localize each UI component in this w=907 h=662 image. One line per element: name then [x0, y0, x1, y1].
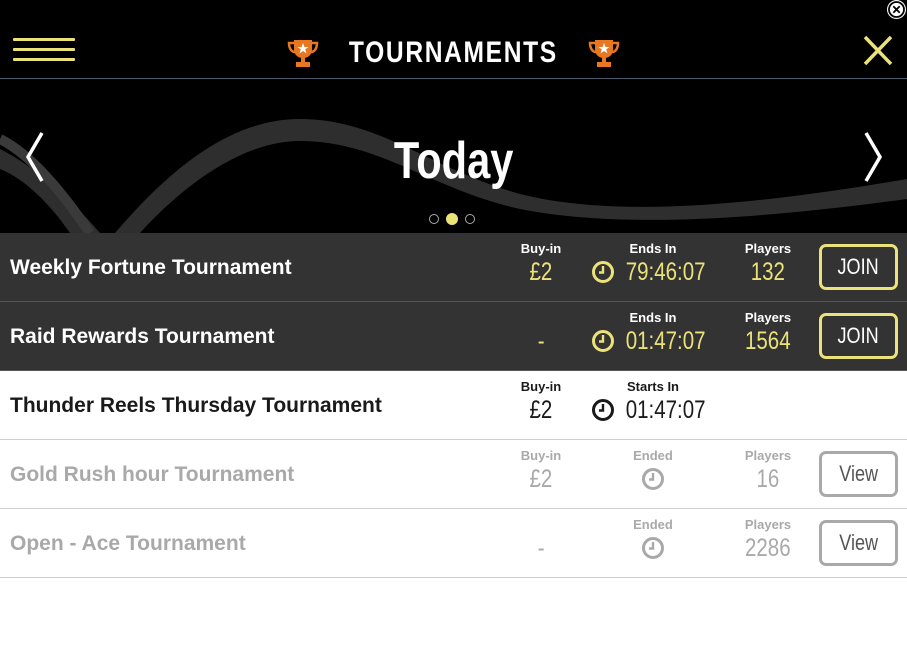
join-button[interactable]: JOIN: [819, 313, 898, 359]
buyin-value: -: [537, 327, 545, 355]
trophy-icon: [588, 40, 620, 67]
tournament-name: Open - Ace Tournament: [10, 531, 246, 555]
players-value: 16: [756, 465, 780, 493]
players-value: 1564: [745, 327, 791, 355]
tournament-row: Thunder Reels Thursday Tournament Buy-in…: [0, 371, 907, 440]
players-value: 2286: [745, 534, 791, 562]
close-x-icon[interactable]: [860, 34, 896, 68]
time-column: Ended: [590, 448, 716, 494]
tournament-name: Raid Rewards Tournament: [10, 324, 275, 348]
carousel-dots: [429, 213, 475, 225]
players-column: Players 16: [730, 448, 806, 494]
buyin-value: -: [537, 534, 545, 562]
time-column: Ends In 01:47:07: [590, 310, 716, 356]
buyin-column: -: [506, 310, 576, 356]
time-column: Ended: [590, 517, 716, 563]
tournament-row: Weekly Fortune Tournament Buy-in £2 Ends…: [0, 233, 907, 302]
time-value: 01:47:07: [626, 396, 706, 424]
carousel-dot[interactable]: [465, 214, 475, 224]
players-label: Players: [744, 310, 792, 325]
time-label: Ended: [633, 448, 673, 463]
view-button[interactable]: View: [819, 451, 898, 497]
tournament-row: Open - Ace Tournament - Ended Players 22…: [0, 509, 907, 578]
buyin-label: Buy-in: [520, 379, 562, 394]
carousel-dot-active[interactable]: [446, 213, 458, 225]
players-value: 132: [750, 258, 786, 286]
buyin-value: £2: [529, 258, 553, 286]
buyin-label: Buy-in: [520, 448, 562, 463]
tournament-name: Thunder Reels Thursday Tournament: [10, 393, 382, 417]
buyin-value: £2: [529, 465, 553, 493]
view-button[interactable]: View: [819, 520, 898, 566]
page-title: TOURNAMENTS: [349, 36, 558, 69]
tournament-row: Raid Rewards Tournament - Ends In 01:47:…: [0, 302, 907, 371]
buyin-label: [506, 517, 576, 533]
time-column: Starts In 01:47:07: [590, 379, 716, 425]
tournament-name: Gold Rush hour Tournament: [10, 462, 295, 486]
time-label: Ended: [633, 517, 673, 532]
players-label: Players: [744, 448, 792, 463]
clock-icon: [592, 399, 615, 421]
date-heading: Today: [393, 132, 514, 190]
date-carousel: Today: [0, 79, 907, 233]
buyin-label: Buy-in: [520, 241, 562, 256]
time-label: Starts In: [626, 379, 679, 394]
clock-icon: [592, 330, 615, 352]
chevron-right-icon[interactable]: [858, 127, 888, 187]
buyin-column: -: [506, 517, 576, 563]
buyin-label: [506, 310, 576, 326]
players-column: Players 2286: [730, 517, 806, 563]
players-column: Players 132: [730, 241, 806, 287]
buyin-value: £2: [529, 396, 553, 424]
players-column: Players 1564: [730, 310, 806, 356]
buyin-column: Buy-in £2: [506, 379, 576, 425]
tournament-row: Gold Rush hour Tournament Buy-in £2 Ende…: [0, 440, 907, 509]
buyin-column: Buy-in £2: [506, 448, 576, 494]
join-button[interactable]: JOIN: [819, 244, 898, 290]
time-label: Ends In: [629, 241, 677, 256]
trophy-icon: [287, 40, 319, 67]
header-title-group: TOURNAMENTS: [0, 34, 907, 72]
clock-icon: [642, 537, 664, 559]
carousel-dot[interactable]: [429, 214, 439, 224]
time-value: 01:47:07: [626, 327, 706, 355]
time-label: Ends In: [629, 310, 677, 325]
window-close-icon[interactable]: [887, 0, 906, 19]
clock-icon: [592, 261, 615, 283]
top-bar: TOURNAMENTS: [0, 0, 907, 78]
time-value: 79:46:07: [626, 258, 706, 286]
tournament-list: Weekly Fortune Tournament Buy-in £2 Ends…: [0, 233, 907, 578]
buyin-column: Buy-in £2: [506, 241, 576, 287]
time-column: Ends In 79:46:07: [590, 241, 716, 287]
players-label: Players: [744, 241, 792, 256]
players-label: Players: [744, 517, 792, 532]
tournament-name: Weekly Fortune Tournament: [10, 255, 292, 279]
clock-icon: [642, 468, 664, 490]
